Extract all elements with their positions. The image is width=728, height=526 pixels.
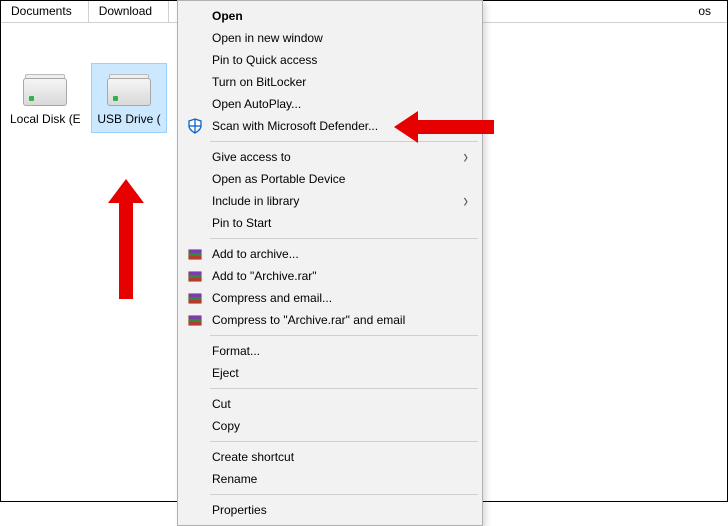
menu-item-label: Scan with Microsoft Defender... [212,119,378,133]
menu-item-label: Compress to "Archive.rar" and email [212,313,405,327]
hard-drive-icon [105,70,153,106]
menu-open-new-window[interactable]: Open in new window [180,27,480,49]
menu-separator [210,335,478,336]
menu-scan-defender[interactable]: Scan with Microsoft Defender... [180,115,480,137]
winrar-icon [186,245,204,263]
menu-open[interactable]: Open [180,5,480,27]
winrar-icon [186,289,204,307]
winrar-icon [186,311,204,329]
menu-autoplay[interactable]: Open AutoPlay... [180,93,480,115]
menu-rename[interactable]: Rename [180,468,480,490]
context-menu: Open Open in new window Pin to Quick acc… [177,0,483,526]
menu-include-library[interactable]: Include in library [180,190,480,212]
menu-eject[interactable]: Eject [180,362,480,384]
menu-separator [210,494,478,495]
menu-separator [210,238,478,239]
menu-item-label: Add to archive... [212,247,299,261]
hard-drive-icon [21,70,69,106]
menu-cut[interactable]: Cut [180,393,480,415]
menu-separator [210,141,478,142]
menu-pin-start[interactable]: Pin to Start [180,212,480,234]
menu-compress-email[interactable]: Compress and email... [180,287,480,309]
menu-add-archive-rar[interactable]: Add to "Archive.rar" [180,265,480,287]
menu-bitlocker[interactable]: Turn on BitLocker [180,71,480,93]
menu-item-label: Compress and email... [212,291,332,305]
defender-shield-icon [186,117,204,135]
tab-documents[interactable]: Documents [1,1,89,22]
menu-add-archive[interactable]: Add to archive... [180,243,480,265]
tab-os[interactable]: os [688,1,727,22]
menu-item-label: Add to "Archive.rar" [212,269,317,283]
menu-format[interactable]: Format... [180,340,480,362]
menu-open-portable[interactable]: Open as Portable Device [180,168,480,190]
drive-label: Local Disk (E:) [10,112,80,126]
menu-give-access-to[interactable]: Give access to [180,146,480,168]
menu-pin-quick-access[interactable]: Pin to Quick access [180,49,480,71]
menu-copy[interactable]: Copy [180,415,480,437]
drive-usb[interactable]: USB Drive ( [91,63,167,133]
drive-local-disk-e[interactable]: Local Disk (E:) [7,63,83,133]
menu-compress-archive-email[interactable]: Compress to "Archive.rar" and email [180,309,480,331]
drive-label: USB Drive ( [94,112,164,126]
menu-separator [210,441,478,442]
menu-properties[interactable]: Properties [180,499,480,521]
menu-separator [210,388,478,389]
winrar-icon [186,267,204,285]
tab-downloads[interactable]: Download [89,1,169,22]
menu-create-shortcut[interactable]: Create shortcut [180,446,480,468]
